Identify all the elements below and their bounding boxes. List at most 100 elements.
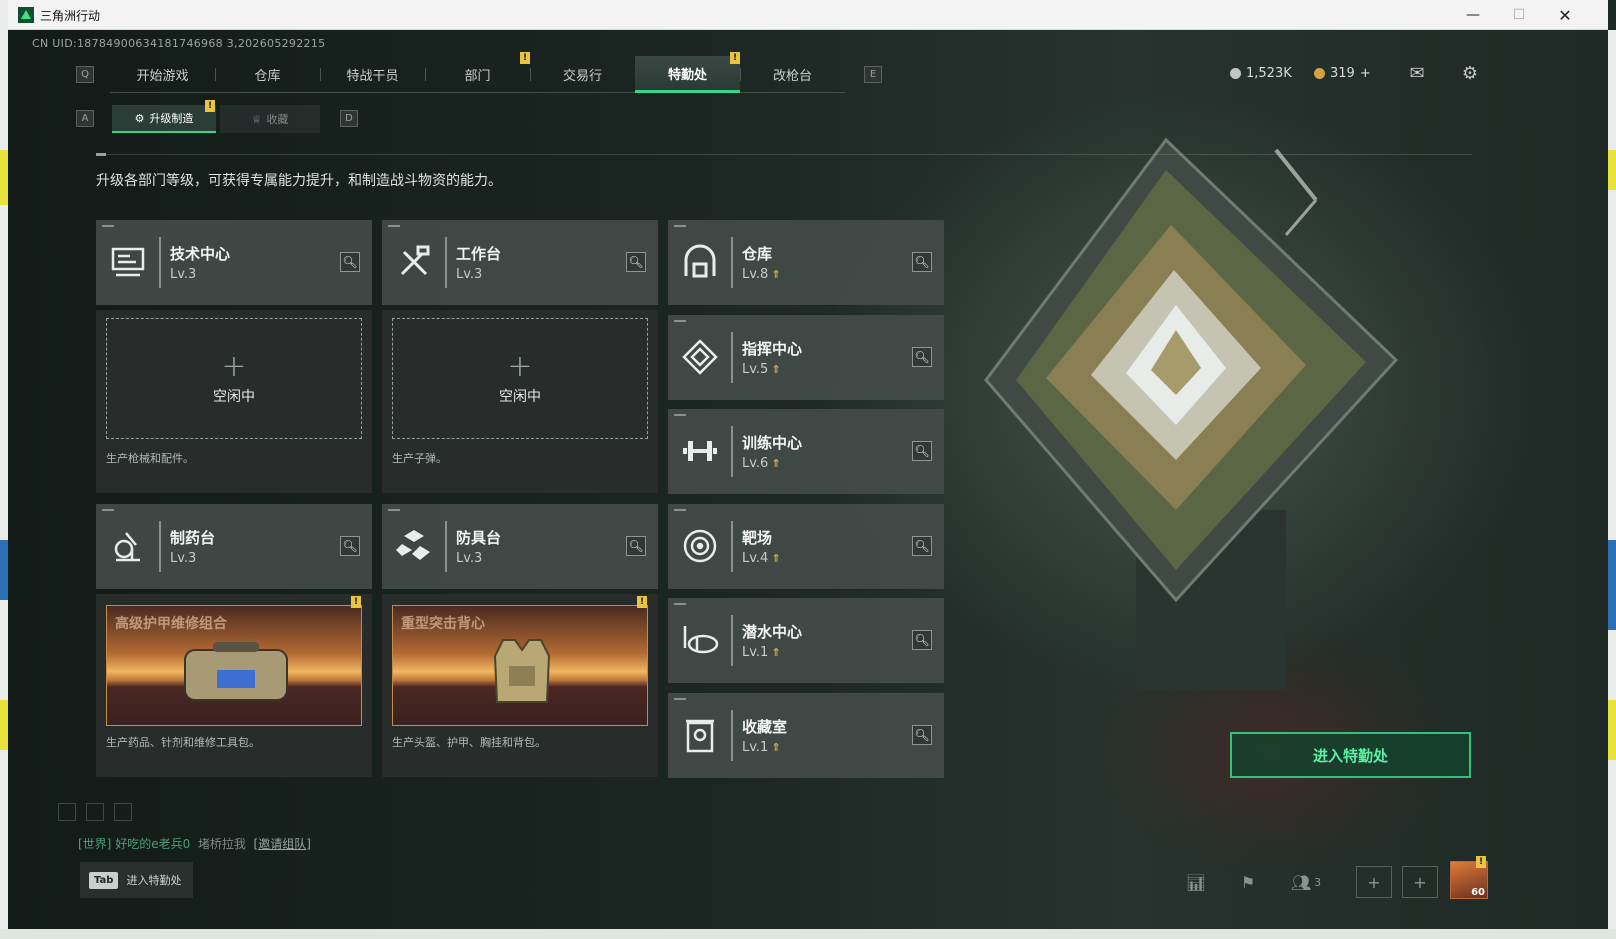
tab-start-game[interactable]: 开始游戏 — [110, 56, 215, 93]
special-ops-alert-badge: ! — [730, 52, 740, 64]
tab-operators[interactable]: 特战干员 — [320, 56, 425, 93]
subtab-next-key[interactable]: D — [340, 110, 358, 127]
card-collection-room[interactable]: 收藏室 Lv.1 ⇑ 🔍︎ — [668, 693, 944, 778]
settings-gear-icon[interactable]: ⚙ — [1459, 63, 1481, 84]
card-warehouse[interactable]: 仓库 Lv.8 ⇑ 🔍︎ — [668, 220, 944, 305]
card-tech-center[interactable]: 技术中心 Lv.3 🔍︎ — [96, 220, 372, 305]
app-logo-icon — [18, 7, 34, 23]
search-icon[interactable]: 🔍︎ — [912, 441, 932, 461]
plus-icon: + — [221, 348, 247, 384]
tab-trading[interactable]: 交易行 — [530, 56, 635, 93]
page-description: 升级各部门等级，可获得专属能力提升，和制造战斗物资的能力。 — [96, 173, 502, 189]
tab-gunsmith[interactable]: 改枪台 — [740, 56, 845, 93]
silver-currency: 1,523K — [1230, 66, 1292, 81]
game-viewport: CN UID:18784900634181746968 3,2026052922… — [8, 30, 1608, 929]
craft-gear-icon: ⚙ — [134, 111, 145, 125]
workbench-idle-slot[interactable]: + 空闲中 — [392, 318, 648, 439]
search-icon[interactable]: 🔍︎ — [912, 725, 932, 745]
command-icon — [680, 337, 720, 377]
avatar-alert-badge: ! — [1476, 856, 1486, 868]
subtab-collection[interactable]: ♕ 收藏 — [220, 105, 320, 133]
card-training-center[interactable]: 训练中心 Lv.6 ⇑ 🔍︎ — [668, 409, 944, 494]
minimize-button[interactable]: — — [1450, 0, 1496, 30]
divider — [96, 154, 1472, 155]
craft-alert-badge: ! — [205, 100, 215, 112]
promo-heavy-assault-vest[interactable]: 重型突击背心 — [392, 605, 648, 726]
card-level: Lv.1 ⇑ — [742, 740, 781, 755]
card-level: Lv.3 — [456, 551, 483, 566]
tab-department[interactable]: 部门 — [425, 56, 530, 93]
search-icon[interactable]: 🔍︎ — [340, 536, 360, 556]
trophy-icon: ♕ — [251, 112, 262, 126]
card-pharmacy[interactable]: 制药台 Lv.3 🔍︎ — [96, 504, 372, 589]
pharmacy-production-panel: 高级护甲维修组合 ! 生产药品、针剂和维修工具包。 — [96, 594, 372, 777]
card-diving-center[interactable]: 潜水中心 Lv.1 ⇑ 🔍︎ — [668, 598, 944, 683]
special-ops-cube-illustration — [984, 137, 1399, 690]
search-icon[interactable]: 🔍︎ — [912, 252, 932, 272]
tab-warehouse[interactable]: 仓库 — [215, 56, 320, 93]
target-icon — [680, 526, 720, 566]
promo-alert-badge: ! — [351, 596, 361, 608]
tab-shortcut-hint[interactable]: Tab 进入特勤处 — [80, 862, 193, 898]
upgrade-arrow-icon: ⇑ — [771, 268, 781, 281]
invite-team-link[interactable]: [邀请组队] — [254, 837, 311, 851]
card-level: Lv.1 ⇑ — [742, 645, 781, 660]
card-name: 仓库 — [742, 245, 773, 263]
silver-coin-icon — [1230, 68, 1241, 79]
armor-parts-icon — [394, 526, 434, 566]
search-icon[interactable]: 🔍︎ — [912, 630, 932, 650]
enter-special-ops-button[interactable]: 进入特勤处 — [1230, 732, 1471, 778]
promo-title: 重型突击背心 — [401, 616, 485, 632]
card-command-center[interactable]: 指挥中心 Lv.5 ⇑ 🔍︎ — [668, 315, 944, 400]
subtab-upgrade-craft[interactable]: ⚙ 升级制造 — [112, 105, 216, 133]
upgrade-arrow-icon: ⇑ — [771, 552, 781, 565]
tech-idle-slot[interactable]: + 空闲中 — [106, 318, 362, 439]
mail-icon[interactable]: ✉ — [1406, 63, 1428, 84]
invite-slot-plus-icon[interactable]: + — [1356, 866, 1392, 898]
friends-icon: 👥︎ — [1290, 872, 1312, 892]
card-name: 制药台 — [170, 529, 216, 547]
workbench-production-panel: + 空闲中 生产子弹。 — [382, 310, 658, 493]
nav-prev-key[interactable]: Q — [76, 66, 94, 83]
player-level: 60 — [1471, 887, 1485, 898]
friends-button[interactable]: 👥︎ 3 — [1284, 866, 1328, 898]
subtab-prev-key[interactable]: A — [76, 110, 94, 127]
invite-slot-plus-icon[interactable]: + — [1402, 866, 1438, 898]
card-level: Lv.8 ⇑ — [742, 267, 781, 282]
card-level: Lv.4 ⇑ — [742, 551, 781, 566]
search-icon[interactable]: 🔍︎ — [912, 347, 932, 367]
nav-next-key[interactable]: E — [864, 66, 882, 83]
tab-special-ops[interactable]: 特勤处 — [635, 56, 740, 93]
upgrade-arrow-icon: ⇑ — [771, 457, 781, 470]
tools-icon — [394, 242, 434, 282]
card-level: Lv.3 — [456, 267, 483, 282]
close-button[interactable]: ✕ — [1542, 0, 1588, 30]
card-name: 靶场 — [742, 529, 773, 547]
subtab-upgrade-label: 升级制造 — [149, 112, 194, 125]
search-icon[interactable]: 🔍︎ — [912, 536, 932, 556]
promo-armor-repair-kit[interactable]: 高级护甲维修组合 — [106, 605, 362, 726]
armor-production-panel: 重型突击背心 ! 生产头盔、护甲、胸挂和背包。 — [382, 594, 658, 777]
desktop-right-edge — [1608, 30, 1616, 939]
card-name: 工作台 — [456, 245, 502, 263]
chat-user[interactable]: 好吃的e老兵0 — [115, 837, 190, 851]
card-workbench[interactable]: 工作台 Lv.3 🔍︎ — [382, 220, 658, 305]
promo-title: 高级护甲维修组合 — [115, 616, 227, 632]
desktop-bottom-edge — [0, 929, 1616, 939]
upgrade-arrow-icon: ⇑ — [771, 646, 781, 659]
maximize-button[interactable]: ☐ — [1496, 0, 1542, 30]
card-name: 指挥中心 — [742, 340, 803, 358]
search-icon[interactable]: 🔍︎ — [340, 252, 360, 272]
warehouse-icon — [680, 242, 720, 282]
flag-icon[interactable]: ⚑ — [1230, 866, 1266, 898]
search-icon[interactable]: 🔍︎ — [626, 252, 646, 272]
card-armor-bench[interactable]: 防具台 Lv.3 🔍︎ — [382, 504, 658, 589]
slot-note: 生产枪械和配件。 — [106, 452, 194, 465]
search-icon[interactable]: 🔍︎ — [626, 536, 646, 556]
add-gold-button[interactable]: + — [1360, 66, 1371, 81]
stats-chart-icon[interactable]: 📊︎ — [1178, 866, 1214, 898]
chat-channel: [世界] — [78, 837, 112, 851]
promo-note: 生产药品、针剂和维修工具包。 — [106, 736, 260, 749]
card-shooting-range[interactable]: 靶场 Lv.4 ⇑ 🔍︎ — [668, 504, 944, 589]
plus-icon: + — [507, 348, 533, 384]
